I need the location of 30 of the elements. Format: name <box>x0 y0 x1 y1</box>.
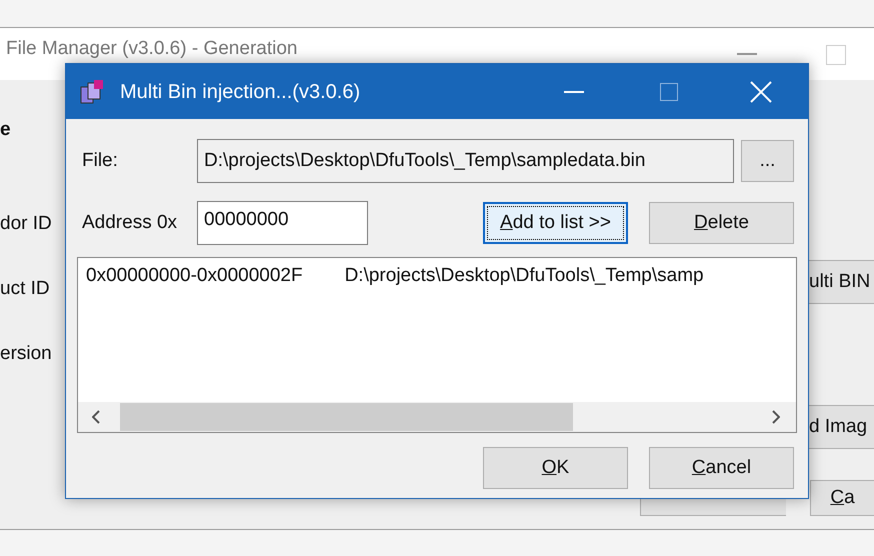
scroll-right-icon[interactable] <box>772 410 780 424</box>
add-to-list-button[interactable]: Add to list >> <box>483 202 628 244</box>
file-path-field[interactable]: D:\projects\Desktop\DfuTools\_Temp\sampledata.bin <box>197 139 734 183</box>
cancel-button[interactable]: Cancel <box>649 447 794 489</box>
window-control-icon[interactable] <box>826 45 846 65</box>
scrollbar-thumb[interactable] <box>120 403 573 431</box>
list-cell-text: 0x00000000-0x0000002F <box>86 264 303 288</box>
list-cell-text: D:\projects\Desktop\DfuTools\_Temp\samp <box>344 264 704 288</box>
window-title: File Manager (v3.0.6) - Generation <box>6 38 298 60</box>
field-label: Address 0x <box>82 210 178 235</box>
add-image-button[interactable]: d Imag <box>808 405 874 449</box>
horizontal-scrollbar[interactable] <box>78 402 796 432</box>
delete-button[interactable]: Delete <box>649 202 794 244</box>
field-label: uct ID <box>0 277 50 301</box>
multi-bin-button[interactable]: ulti BIN <box>808 260 874 304</box>
scroll-left-icon[interactable] <box>92 410 100 424</box>
menu-item[interactable]: e <box>0 116 11 144</box>
dialog-title: Multi Bin injection...(v3.0.6) <box>120 80 360 104</box>
app-icon <box>78 78 106 106</box>
field-label: ersion <box>0 342 52 366</box>
field-label: File: <box>82 148 119 173</box>
minimize-icon[interactable] <box>564 90 584 92</box>
file-list[interactable]: 0x00000000-0x0000002F D:\projects\Desktop\DfuTools\_Temp\samp <box>77 257 797 433</box>
field-label: dor ID <box>0 212 52 236</box>
browse-button[interactable]: ... <box>741 140 794 182</box>
ok-button[interactable]: OK <box>483 447 628 489</box>
cancel-button[interactable]: Ca <box>810 480 874 516</box>
address-field[interactable]: 00000000 <box>197 201 368 245</box>
maximize-icon[interactable] <box>660 82 678 100</box>
close-icon[interactable] <box>750 80 772 102</box>
